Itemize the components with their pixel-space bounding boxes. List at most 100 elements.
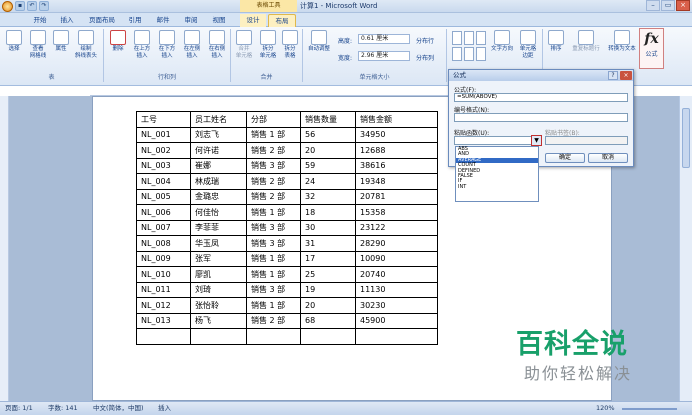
distribute-rows-button[interactable]: 分布行 [416,36,434,45]
office-button-icon[interactable] [2,1,13,12]
table-header-cell[interactable]: 销售数量 [300,111,356,128]
table-cell[interactable]: 30 [300,219,356,236]
table-cell[interactable]: 金璐忠 [190,188,247,205]
gridlines-button[interactable]: 查看 网格线 [26,30,50,60]
scrollbar-thumb[interactable] [682,108,690,168]
sales-table[interactable]: 工号 员工姓名 分部 销售数量 销售金额 NL_001 刘志飞 销售 1 部 56 34950 NL… [136,111,438,345]
tab-layout[interactable]: 布局 [268,14,296,27]
insert-left-button[interactable]: 在左侧 插入 [180,30,204,60]
tab-home[interactable]: 开始 [28,14,52,27]
table-cell[interactable]: 12688 [355,142,438,159]
table-cell[interactable]: NL_009 [136,250,191,267]
repeat-header-button[interactable]: 重复标题行 [568,30,604,53]
paste-bookmark-select[interactable] [545,136,628,145]
table-header-cell[interactable]: 销售金额 [355,111,438,128]
table-cell[interactable]: 刘琦 [190,281,247,298]
select-button[interactable]: 选择 [3,30,25,53]
tab-insert[interactable]: 插入 [56,14,78,27]
table-cell[interactable]: 销售 1 部 [246,250,301,267]
zoom-slider[interactable] [622,408,677,410]
minimize-icon[interactable]: – [646,0,660,11]
sort-button[interactable]: 排序 [546,30,566,53]
formula-button[interactable]: fx 公式 [639,28,664,69]
table-cell[interactable]: 20740 [355,266,438,283]
table-cell[interactable]: 张军 [190,250,247,267]
align-middle-left-icon[interactable] [452,47,462,61]
table-cell[interactable]: NL_008 [136,235,191,252]
table-header-cell[interactable]: 工号 [136,111,191,128]
vertical-ruler[interactable] [0,96,9,401]
insert-right-button[interactable]: 在右侧 插入 [205,30,229,60]
table-cell[interactable]: NL_002 [136,142,191,159]
table-cell[interactable]: 59 [300,157,356,174]
table-cell[interactable]: 销售 2 部 [246,312,301,329]
text-direction-button[interactable]: 文字方向 [489,30,515,53]
function-list-item[interactable]: INT [456,184,538,190]
table-cell[interactable]: NL_006 [136,204,191,221]
cell-margins-button[interactable]: 单元格 边距 [517,30,539,60]
distribute-cols-button[interactable]: 分布列 [416,53,434,62]
table-cell[interactable]: 20 [300,142,356,159]
table-cell[interactable]: 23122 [355,219,438,236]
help-icon[interactable]: ? [608,71,618,80]
convert-to-text-button[interactable]: 转换为文本 [605,30,639,53]
table-cell[interactable]: 19 [300,281,356,298]
align-top-right-icon[interactable] [476,31,486,45]
dialog-close-icon[interactable]: × [620,71,632,80]
tab-design[interactable]: 设计 [240,14,266,27]
table-header-cell[interactable]: 分部 [246,111,301,128]
table-cell[interactable]: 刘志飞 [190,126,247,143]
table-cell[interactable]: 30230 [355,297,438,314]
table-cell[interactable]: 张怡聆 [190,297,247,314]
vertical-scrollbar[interactable] [679,96,692,401]
autofit-button[interactable]: 自动调整 [304,30,334,53]
table-cell[interactable]: NL_005 [136,188,191,205]
table-cell[interactable]: 何佳怡 [190,204,247,221]
split-table-button[interactable]: 拆分 表格 [280,30,300,60]
ok-button[interactable]: 确定 [545,153,585,163]
dropdown-arrow-icon[interactable]: ▼ [531,135,542,146]
table-cell[interactable]: NL_010 [136,266,191,283]
table-cell[interactable] [190,328,247,345]
insert-above-button[interactable]: 在上方 插入 [130,30,154,60]
table-cell[interactable]: 崔娜 [190,157,247,174]
tab-page-layout[interactable]: 页面布局 [84,14,120,27]
table-cell[interactable]: NL_003 [136,157,191,174]
table-cell[interactable]: NL_007 [136,219,191,236]
tab-references[interactable]: 引用 [124,14,146,27]
table-cell[interactable]: 19348 [355,173,438,190]
status-word-count[interactable]: 字数: 141 [48,402,78,415]
save-icon[interactable]: ▪ [15,1,25,11]
table-cell[interactable]: 20 [300,297,356,314]
table-cell[interactable]: 45900 [355,312,438,329]
table-cell[interactable]: 销售 3 部 [246,235,301,252]
insert-below-button[interactable]: 在下方 插入 [155,30,179,60]
maximize-icon[interactable]: ▭ [661,0,675,11]
table-cell[interactable]: NL_001 [136,126,191,143]
align-middle-center-icon[interactable] [464,47,474,61]
table-cell[interactable]: 华玉凤 [190,235,247,252]
table-cell[interactable]: 李菲菲 [190,219,247,236]
width-input[interactable]: 2.96 厘米 [358,51,410,61]
table-cell[interactable]: 10090 [355,250,438,267]
align-top-left-icon[interactable] [452,31,462,45]
table-cell[interactable]: NL_012 [136,297,191,314]
table-header-cell[interactable]: 员工姓名 [190,111,247,128]
table-cell[interactable]: 68 [300,312,356,329]
tab-view[interactable]: 视图 [208,14,230,27]
table-cell[interactable]: 25 [300,266,356,283]
table-cell[interactable]: 杨飞 [190,312,247,329]
delete-button[interactable]: 删除 [108,30,128,53]
close-icon[interactable]: × [676,0,690,11]
table-cell[interactable]: 何许诺 [190,142,247,159]
table-cell[interactable]: 销售 3 部 [246,157,301,174]
table-cell[interactable]: 20781 [355,188,438,205]
height-input[interactable]: 0.61 厘米 [358,34,410,44]
table-cell[interactable]: 销售 1 部 [246,297,301,314]
table-cell[interactable]: 销售 1 部 [246,266,301,283]
table-cell[interactable] [246,328,301,345]
table-cell[interactable]: 31 [300,235,356,252]
table-cell[interactable]: NL_011 [136,281,191,298]
table-cell[interactable] [355,328,438,345]
formula-input[interactable]: =SUM(ABOVE) [454,93,628,102]
